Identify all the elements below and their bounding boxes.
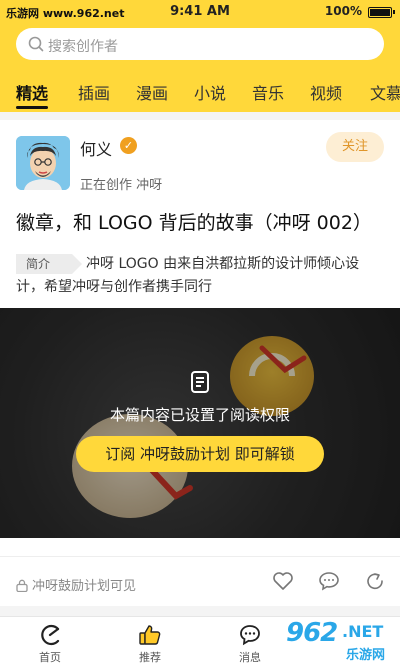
verified-icon: ✓ bbox=[120, 137, 137, 154]
intro-tag: 简介 bbox=[16, 254, 82, 274]
visibility-text: 冲呀鼓励计划可见 bbox=[32, 579, 137, 594]
active-tab-indicator bbox=[16, 106, 48, 109]
home-icon bbox=[41, 624, 60, 646]
share-icon[interactable] bbox=[364, 571, 386, 591]
search-bar: 搜索创作者 bbox=[0, 24, 400, 68]
unlock-subscribe-button[interactable]: 订阅 冲呀鼓励计划 即可解锁 bbox=[76, 436, 324, 472]
category-tabs: 精选 插画 漫画 小说 音乐 视频 文慕 bbox=[0, 68, 400, 112]
watermark-number: 962 bbox=[286, 618, 338, 648]
battery-percent: 100% bbox=[324, 4, 362, 18]
heart-icon[interactable] bbox=[272, 571, 294, 591]
nav-recommend-label: 推荐 bbox=[139, 651, 161, 664]
nav-home-label: 首页 bbox=[39, 651, 61, 664]
author-status: 正在创作 冲呀 bbox=[80, 178, 163, 193]
nav-home[interactable]: 首页 bbox=[10, 617, 90, 666]
search-placeholder: 搜索创作者 bbox=[48, 39, 118, 55]
tab-music[interactable]: 音乐 bbox=[252, 80, 284, 104]
tab-novel[interactable]: 小说 bbox=[194, 80, 226, 104]
lock-message: 本篇内容已设置了阅读权限 bbox=[109, 406, 290, 424]
message-icon bbox=[240, 625, 260, 646]
tab-comics[interactable]: 漫画 bbox=[136, 80, 168, 104]
visibility-info: 冲呀鼓励计划可见 bbox=[16, 575, 136, 594]
nav-recommend[interactable]: 推荐 bbox=[110, 617, 190, 666]
search-icon bbox=[28, 36, 44, 52]
comment-icon[interactable] bbox=[318, 571, 340, 591]
document-icon bbox=[191, 371, 209, 393]
post-card: 何义 ✓ 正在创作 冲呀 关注 徽章，和 LOGO 背后的故事（冲呀 002） … bbox=[0, 120, 400, 606]
author-name[interactable]: 何义 bbox=[80, 136, 112, 160]
thumb-up-icon bbox=[139, 625, 161, 645]
site-watermark: 962 .NET 乐游网 bbox=[262, 616, 398, 666]
post-title[interactable]: 徽章，和 LOGO 背后的故事（冲呀 002） bbox=[16, 208, 386, 235]
tab-more[interactable]: 文慕 bbox=[370, 80, 400, 104]
follow-button[interactable]: 关注 bbox=[326, 132, 384, 162]
avatar[interactable] bbox=[16, 136, 70, 190]
watermark-cn: 乐游网 bbox=[346, 648, 386, 663]
locked-image: 本篇内容已设置了阅读权限 订阅 冲呀鼓励计划 即可解锁 bbox=[0, 308, 400, 538]
search-input[interactable]: 搜索创作者 bbox=[16, 28, 384, 60]
tab-illustration[interactable]: 插画 bbox=[78, 80, 110, 104]
post-footer: 冲呀鼓励计划可见 bbox=[0, 556, 400, 606]
battery-icon bbox=[368, 7, 395, 18]
status-bar: 乐游网 www.962.net 9:41 AM 100% bbox=[0, 0, 400, 24]
lock-icon bbox=[16, 579, 28, 593]
watermark-suffix: .NET bbox=[342, 622, 384, 641]
tab-featured[interactable]: 精选 bbox=[16, 80, 48, 104]
tab-video[interactable]: 视频 bbox=[310, 80, 342, 104]
